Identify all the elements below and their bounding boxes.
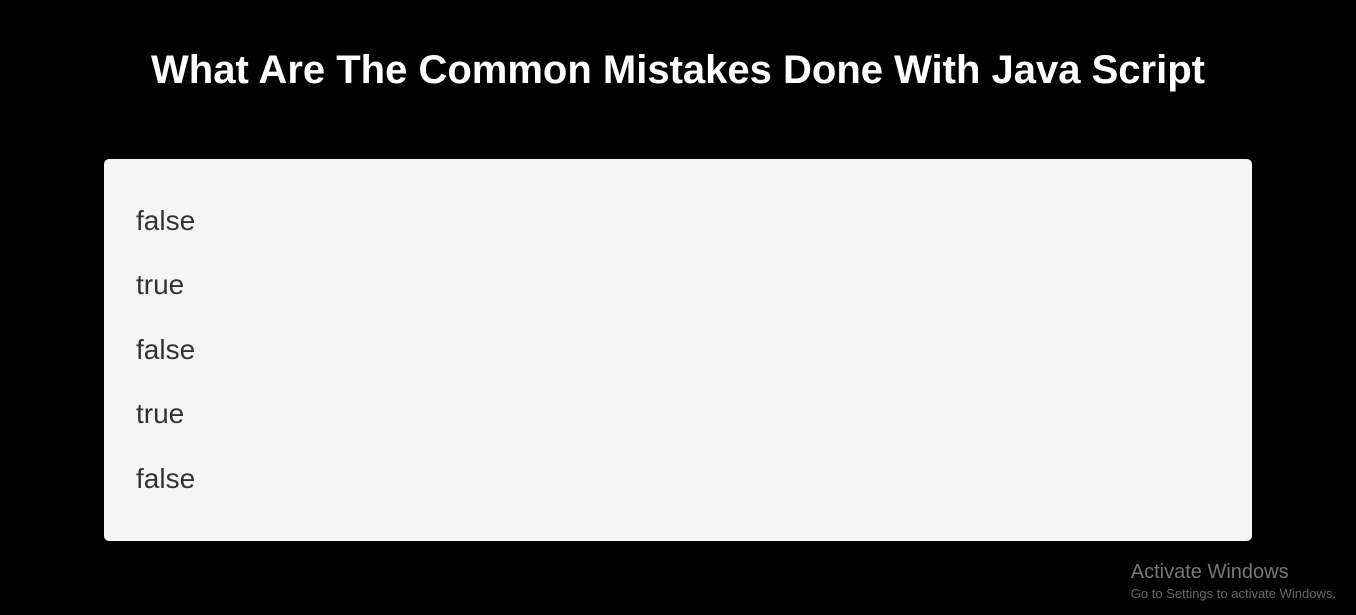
watermark-title: Activate Windows (1131, 561, 1336, 584)
watermark-subtitle: Go to Settings to activate Windows. (1131, 586, 1336, 601)
windows-activation-watermark: Activate Windows Go to Settings to activ… (1131, 561, 1336, 601)
result-line: false (120, 447, 1236, 511)
result-line: true (120, 382, 1236, 446)
result-line: false (120, 318, 1236, 382)
output-panel: false true false true false (104, 159, 1252, 541)
page-heading: What Are The Common Mistakes Done With J… (0, 0, 1356, 101)
result-line: false (120, 189, 1236, 253)
result-line: true (120, 253, 1236, 317)
